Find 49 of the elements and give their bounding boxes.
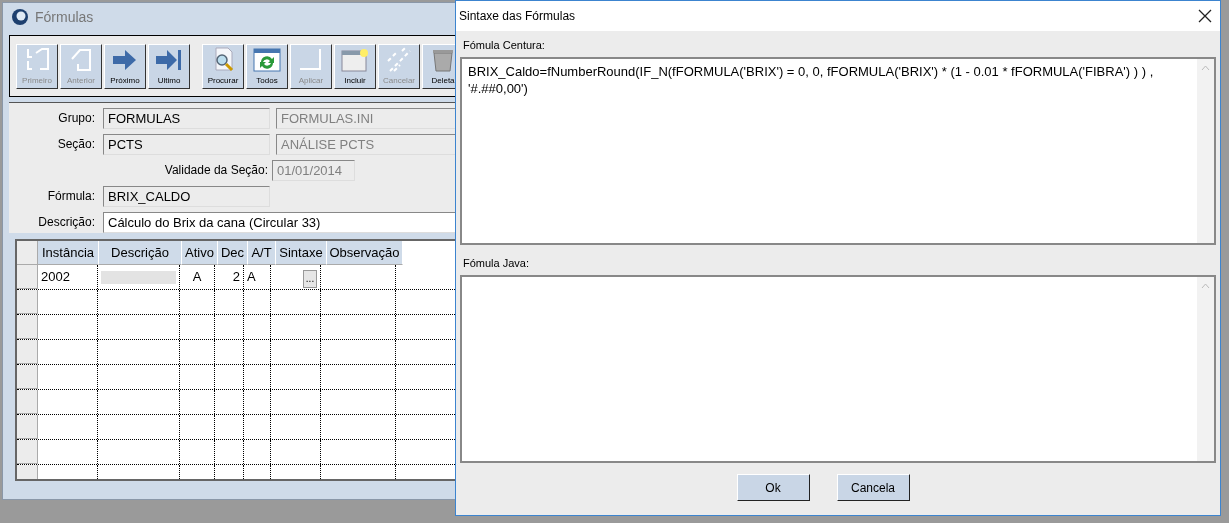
scroll-up-icon[interactable] (1201, 283, 1210, 289)
toolbar-button[interactable]: Procurar (202, 43, 244, 89)
toolbar-button[interactable]: Incluir (334, 43, 376, 89)
table-cell: 2 (215, 265, 244, 289)
corner-header (17, 241, 38, 265)
row-header[interactable] (17, 290, 38, 314)
group-field[interactable]: FORMULAS (103, 107, 270, 129)
column-header[interactable]: Descrição (99, 241, 182, 265)
row-header[interactable] (17, 265, 38, 289)
field-label: Grupo: (57, 111, 95, 125)
toolbar-button[interactable]: Próximo (104, 43, 146, 89)
table-cell: A (244, 265, 271, 289)
field-label: Fómula Centura: (463, 39, 546, 51)
column-header[interactable]: Ativo (182, 241, 218, 265)
formula-field[interactable]: BRIX_CALDO (103, 185, 270, 207)
row-header[interactable] (17, 390, 38, 414)
dialog-title: Sintaxe das Fórmulas (459, 9, 576, 23)
refresh-icon (252, 46, 282, 73)
date-field: 01/01/2014 (272, 159, 355, 181)
toolbar-button[interactable]: Ultimo (148, 43, 190, 89)
table-cell: A (180, 265, 215, 289)
row-header[interactable] (17, 440, 38, 464)
scroll-up-icon[interactable] (1201, 65, 1210, 71)
column-header[interactable]: Dec (218, 241, 248, 265)
new-window-icon (340, 46, 370, 73)
close-icon[interactable] (1198, 9, 1212, 23)
ok-button[interactable]: Ok (736, 474, 810, 501)
formula-text-area[interactable]: BRIX_Caldo=fNumberRound(IF_N(fFORMULA('BRIX') = 0, 0, fFORMULA('BRIX') * (1 - 0.01 * fFORMULA('FIBRA') ) ) , '#.##0,00') (460, 57, 1216, 245)
java-text-area[interactable] (460, 275, 1216, 463)
cancel-button[interactable]: Cancela (836, 474, 910, 501)
table-cell: 2002 (38, 265, 98, 289)
field-label: Descrição: (37, 215, 95, 229)
column-header[interactable]: Sintaxe (276, 241, 327, 265)
column-header[interactable]: Instância (38, 241, 99, 265)
row-header[interactable] (17, 340, 38, 364)
app-icon (11, 8, 29, 26)
ellipsis-button[interactable]: ... (303, 270, 317, 288)
section-field[interactable]: PCTS (103, 133, 270, 155)
toolbar-button[interactable]: Todos (246, 43, 288, 89)
row-header[interactable] (17, 315, 38, 339)
field-label: Validade da Seção: (163, 163, 268, 177)
row-header[interactable] (17, 415, 38, 439)
row-header[interactable] (17, 365, 38, 389)
field-label: Fórmula: (46, 189, 95, 203)
field-label: Fómula Java: (463, 257, 531, 269)
column-header[interactable]: Observação (327, 241, 403, 265)
window-title: Fórmulas (35, 9, 94, 25)
column-header[interactable]: A/T (248, 241, 276, 265)
field-label: Seção: (56, 137, 95, 151)
